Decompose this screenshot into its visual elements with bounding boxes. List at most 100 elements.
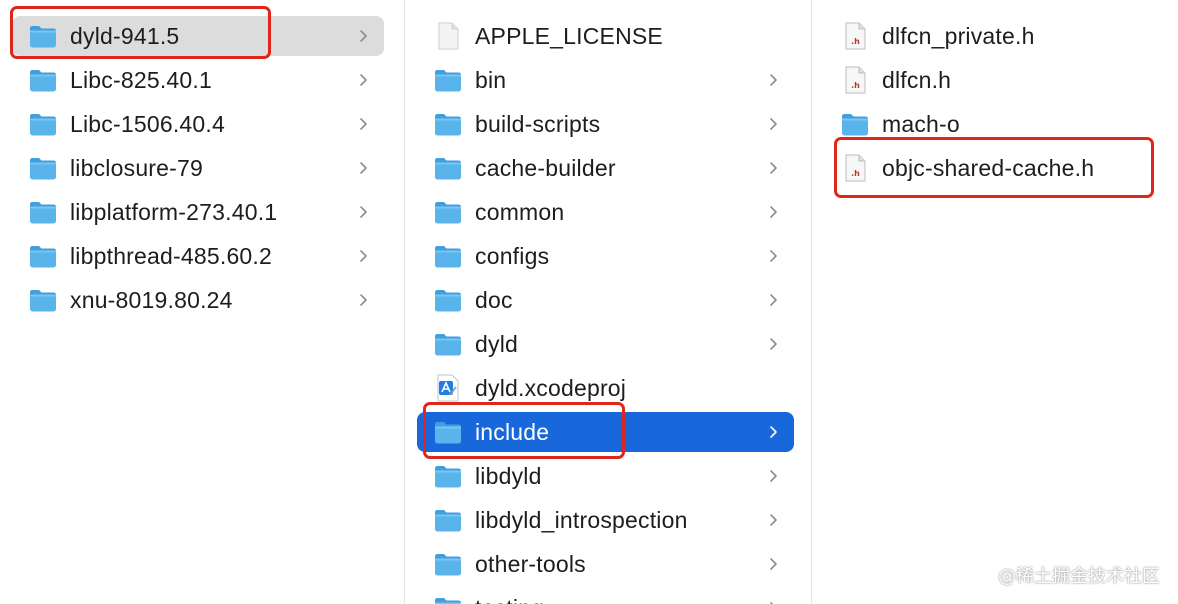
folder-icon [28, 65, 58, 95]
chevron-right-icon [766, 600, 782, 604]
column-3[interactable]: .h dlfcn_private.h .h dlfcn.h mach-o .h objc-s… [812, 0, 1178, 604]
folder-item-libplatform-273-40-1[interactable]: libplatform-273.40.1 [12, 192, 384, 232]
file-item-apple-license[interactable]: APPLE_LICENSE [417, 16, 794, 56]
folder-item-libdyld[interactable]: libdyld [417, 456, 794, 496]
folder-icon [433, 109, 463, 139]
folder-icon [433, 241, 463, 271]
chevron-right-icon [356, 204, 372, 220]
item-label: dlfcn.h [882, 67, 952, 93]
item-label: cache-builder [475, 155, 616, 181]
folder-item-testing[interactable]: testing [417, 588, 794, 604]
folder-icon [433, 505, 463, 535]
header-file-icon: .h [840, 153, 870, 183]
folder-icon [433, 197, 463, 227]
folder-item-build-scripts[interactable]: build-scripts [417, 104, 794, 144]
item-label: mach-o [882, 111, 960, 137]
finder-column-browser: dyld-941.5 Libc-825.40.1 Libc-1506.40.4 lib… [0, 0, 1178, 604]
folder-item-xnu-8019-80-24[interactable]: xnu-8019.80.24 [12, 280, 384, 320]
chevron-right-icon [766, 336, 782, 352]
item-label: Libc-825.40.1 [70, 67, 212, 93]
xcodeproj-icon [433, 373, 463, 403]
folder-icon [433, 549, 463, 579]
folder-item-libpthread-485-60-2[interactable]: libpthread-485.60.2 [12, 236, 384, 276]
folder-icon [433, 417, 463, 447]
watermark: @稀土掘金技术社区 [998, 566, 1160, 587]
folder-item-bin[interactable]: bin [417, 60, 794, 100]
folder-item-libdyld-introspection[interactable]: libdyld_introspection [417, 500, 794, 540]
chevron-right-icon [356, 72, 372, 88]
file-item-objc-shared-cache-h[interactable]: .h objc-shared-cache.h [824, 148, 1164, 188]
item-label: dyld-941.5 [70, 23, 180, 49]
item-label: libdyld [475, 463, 542, 489]
header-badge: .h [851, 169, 860, 178]
item-label: Libc-1506.40.4 [70, 111, 225, 137]
folder-item-dyld[interactable]: dyld [417, 324, 794, 364]
chevron-right-icon [356, 160, 372, 176]
chevron-right-icon [356, 28, 372, 44]
item-label: APPLE_LICENSE [475, 23, 663, 49]
chevron-right-icon [356, 248, 372, 264]
item-label: dlfcn_private.h [882, 23, 1035, 49]
header-badge: .h [851, 37, 860, 46]
item-label: dyld [475, 331, 518, 357]
chevron-right-icon [356, 292, 372, 308]
chevron-right-icon [766, 424, 782, 440]
chevron-right-icon [766, 72, 782, 88]
folder-icon [433, 329, 463, 359]
chevron-right-icon [766, 116, 782, 132]
chevron-right-icon [766, 160, 782, 176]
item-label: libdyld_introspection [475, 507, 688, 533]
folder-icon [28, 21, 58, 51]
item-label: testing [475, 588, 544, 604]
item-label: xnu-8019.80.24 [70, 287, 233, 313]
item-label: bin [475, 67, 507, 93]
item-label: doc [475, 287, 513, 313]
header-file-icon: .h [840, 65, 870, 95]
item-label: configs [475, 243, 550, 269]
folder-icon [433, 461, 463, 491]
item-label: other-tools [475, 551, 586, 577]
folder-item-dyld-941-5[interactable]: dyld-941.5 [12, 16, 384, 56]
folder-item-libclosure-79[interactable]: libclosure-79 [12, 148, 384, 188]
header-file-icon: .h [840, 21, 870, 51]
item-label: objc-shared-cache.h [882, 155, 1095, 181]
folder-item-configs[interactable]: configs [417, 236, 794, 276]
file-item-dlfcn-h[interactable]: .h dlfcn.h [824, 60, 1164, 100]
item-label: libpthread-485.60.2 [70, 243, 273, 269]
folder-item-include[interactable]: include [417, 412, 794, 452]
folder-icon [28, 109, 58, 139]
chevron-right-icon [766, 204, 782, 220]
folder-icon [28, 241, 58, 271]
chevron-right-icon [766, 468, 782, 484]
column-1[interactable]: dyld-941.5 Libc-825.40.1 Libc-1506.40.4 lib… [0, 0, 404, 604]
folder-item-other-tools[interactable]: other-tools [417, 544, 794, 584]
document-icon [433, 21, 463, 51]
item-label: build-scripts [475, 111, 601, 137]
header-badge: .h [851, 81, 860, 90]
item-label: common [475, 199, 565, 225]
folder-icon [28, 285, 58, 315]
folder-icon [28, 197, 58, 227]
folder-icon [433, 65, 463, 95]
folder-item-common[interactable]: common [417, 192, 794, 232]
chevron-right-icon [766, 292, 782, 308]
chevron-right-icon [356, 116, 372, 132]
folder-item-libc-1506-40-4[interactable]: Libc-1506.40.4 [12, 104, 384, 144]
item-label: libplatform-273.40.1 [70, 199, 278, 225]
folder-item-doc[interactable]: doc [417, 280, 794, 320]
folder-item-cache-builder[interactable]: cache-builder [417, 148, 794, 188]
folder-item-libc-825-40-1[interactable]: Libc-825.40.1 [12, 60, 384, 100]
item-label: dyld.xcodeproj [475, 375, 627, 401]
folder-icon [433, 593, 463, 604]
file-item-dyld-xcodeproj[interactable]: dyld.xcodeproj [417, 368, 794, 408]
folder-icon [433, 153, 463, 183]
file-item-dlfcn-private-h[interactable]: .h dlfcn_private.h [824, 16, 1164, 56]
folder-icon [28, 153, 58, 183]
chevron-right-icon [766, 512, 782, 528]
item-label: include [475, 419, 550, 445]
folder-icon [840, 109, 870, 139]
folder-item-mach-o[interactable]: mach-o [824, 104, 1164, 144]
chevron-right-icon [766, 248, 782, 264]
column-2[interactable]: APPLE_LICENSEbin build-scripts cache-build… [405, 0, 811, 604]
folder-icon [433, 285, 463, 315]
